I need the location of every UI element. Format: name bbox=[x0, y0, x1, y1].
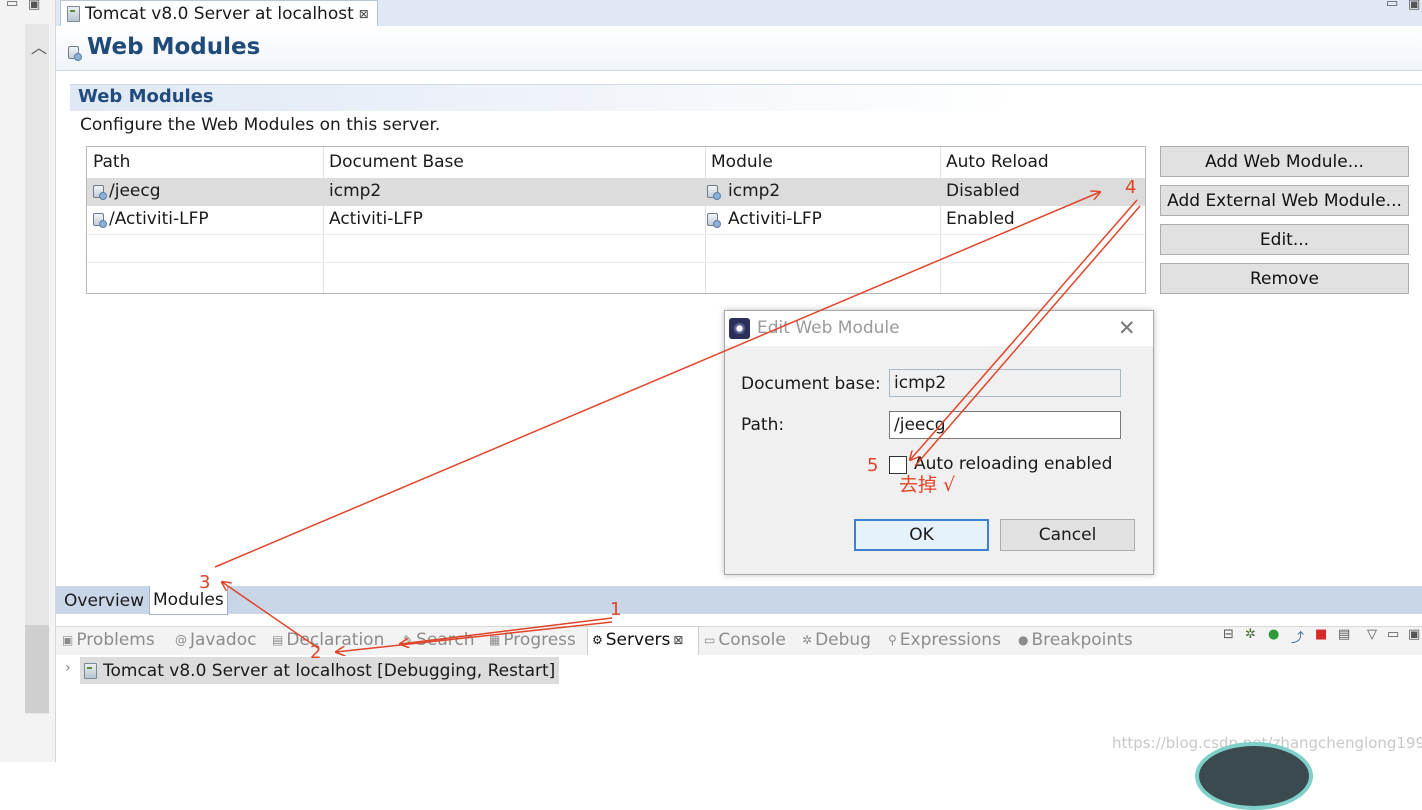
annotation-number-4: 4 bbox=[1125, 177, 1137, 198]
annotation-arrow-4b bbox=[914, 205, 1141, 467]
annotation-arrow-4 bbox=[910, 199, 1138, 460]
annotation-arrow-1b bbox=[336, 621, 613, 652]
annotation-arrow-3 bbox=[214, 192, 1100, 568]
annotation-number-1: 1 bbox=[610, 599, 622, 620]
annotation-number-2: 2 bbox=[310, 642, 322, 663]
annotation-number-3: 3 bbox=[199, 572, 211, 593]
annotation-note: 去掉 √ bbox=[899, 474, 956, 496]
annotation-arrow-1 bbox=[400, 617, 613, 644]
annotation-arrows bbox=[214, 0, 1141, 762]
annotation-arrow-2 bbox=[222, 582, 319, 649]
annotation-number-5: 5 bbox=[867, 455, 879, 476]
